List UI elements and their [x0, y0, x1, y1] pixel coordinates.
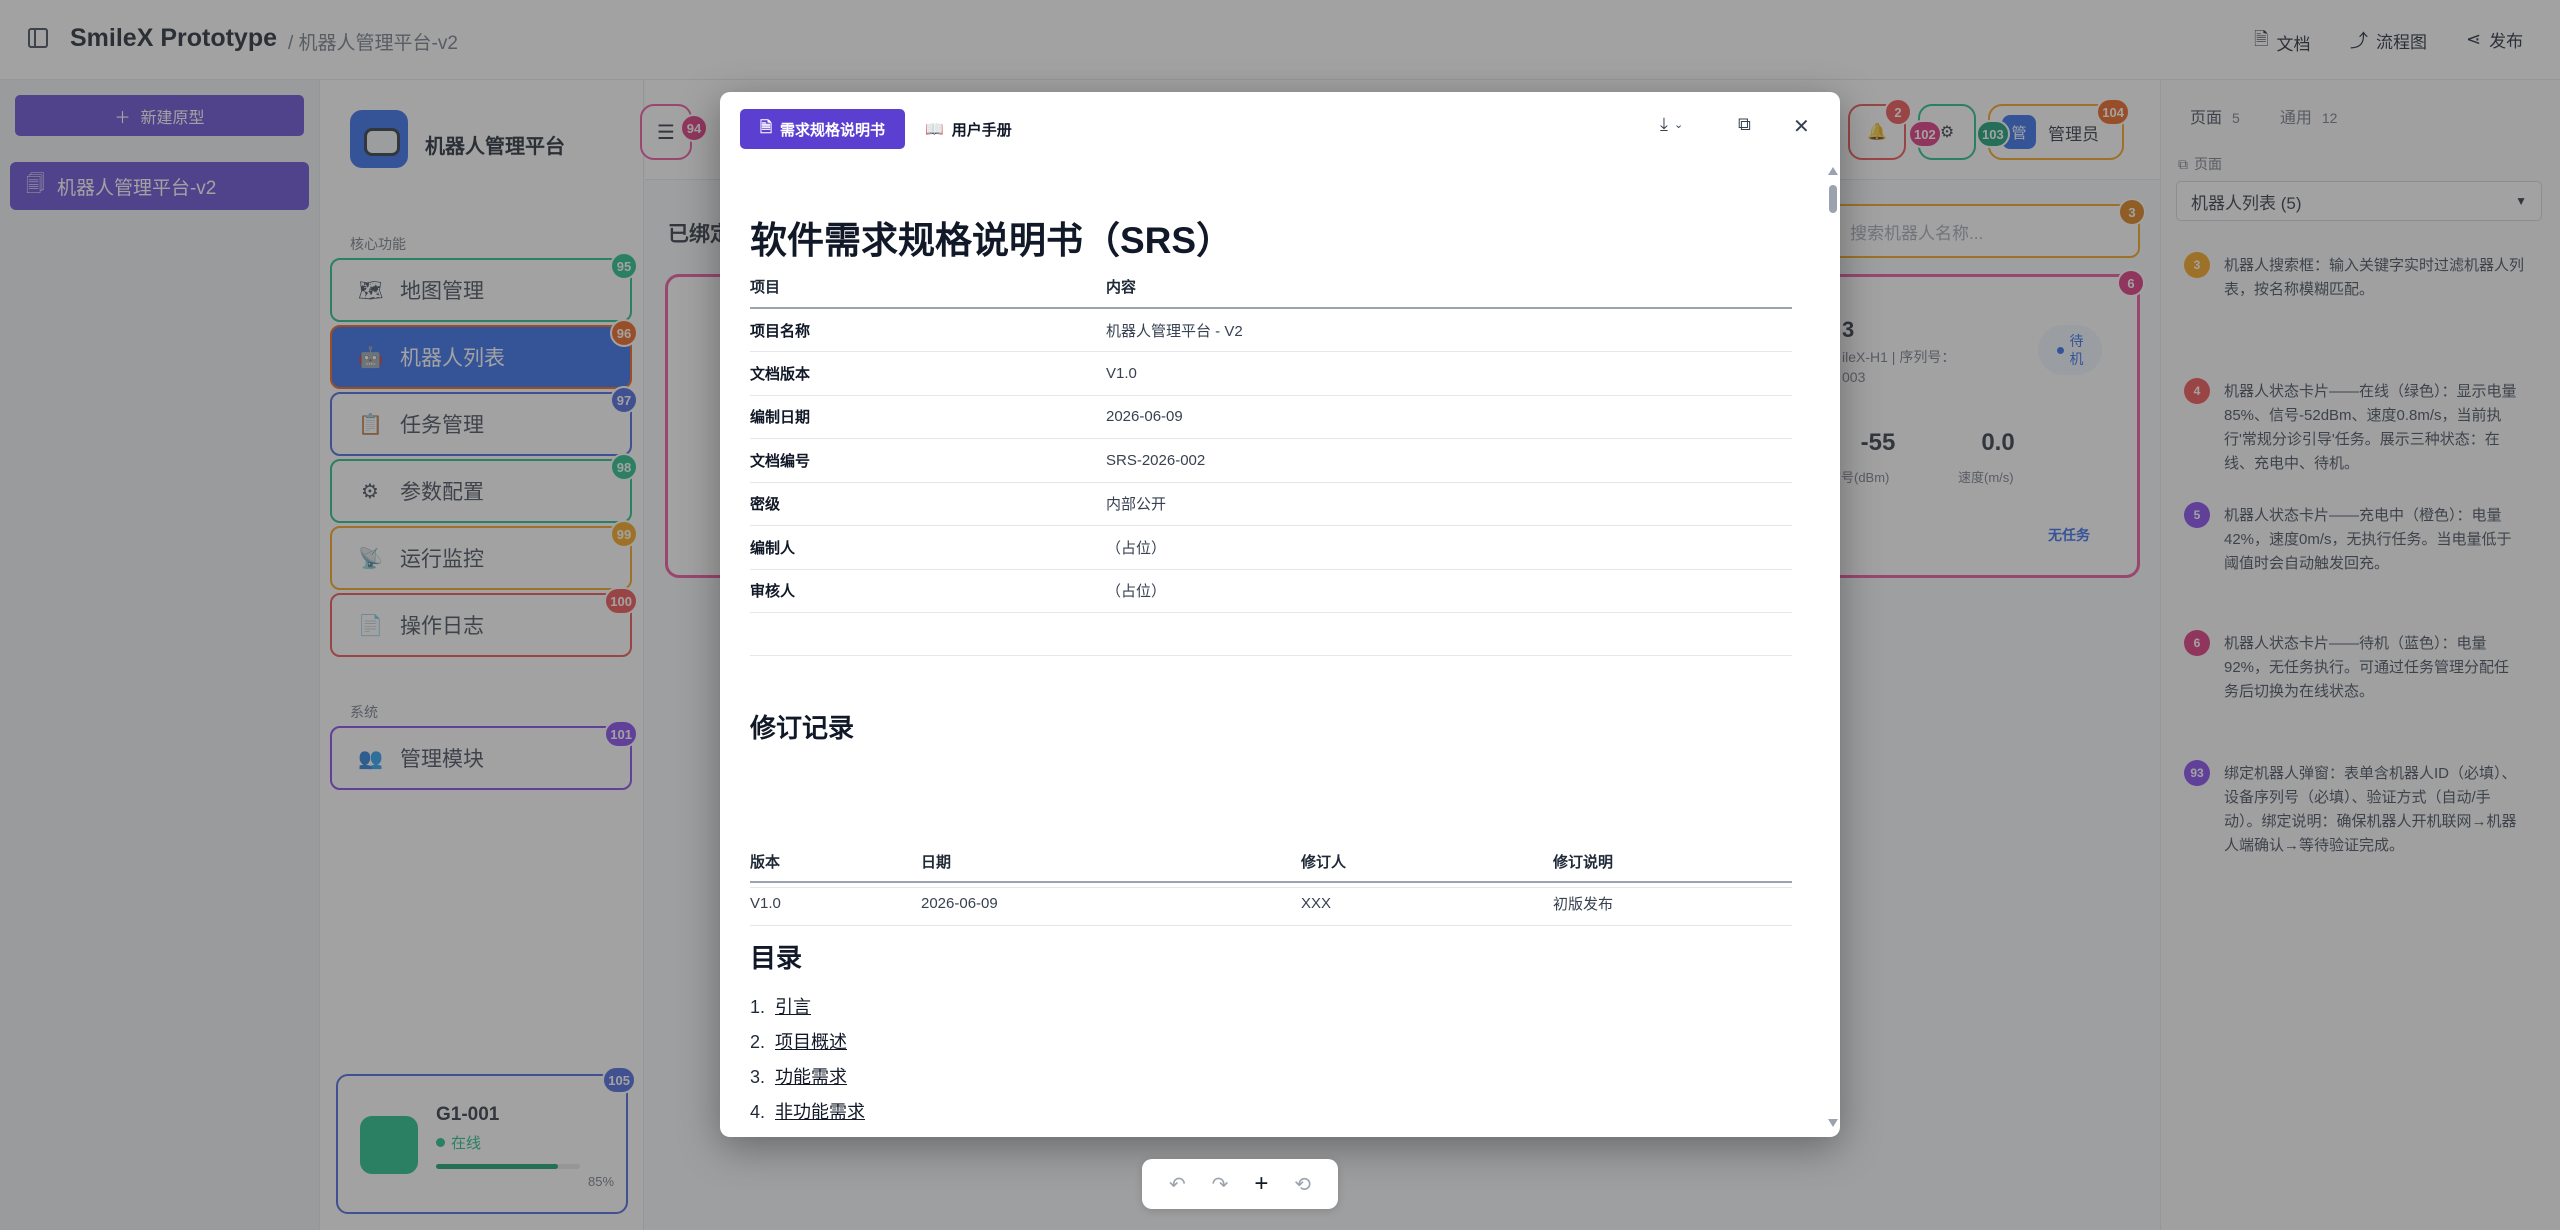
- table-cell-value: V1.0: [1106, 351, 1792, 396]
- redo-icon[interactable]: ↷: [1212, 1172, 1229, 1197]
- table-cell: 2026-06-09: [921, 882, 1301, 926]
- table-row: 审核人 （占位）: [750, 569, 1792, 613]
- table-row: 文档版本 V1.0: [750, 351, 1792, 396]
- add-icon[interactable]: +: [1254, 1170, 1268, 1198]
- modal-tabs: 🗎 需求规格说明书 📖 用户手册 ⤓ ⌄ ⧉ ✕: [720, 92, 1840, 164]
- toc-number: 1.: [750, 997, 766, 1017]
- table-header: 日期: [921, 842, 1301, 883]
- document-title: 软件需求规格说明书（SRS）: [750, 220, 1234, 261]
- book-icon: 📖: [925, 121, 944, 138]
- table-header: 修订人: [1301, 842, 1553, 883]
- tab-manual-label: 用户手册: [951, 121, 1012, 139]
- document-modal: 🗎 需求规格说明书 📖 用户手册 ⤓ ⌄ ⧉ ✕ 软件需求规格说明书（SRS） …: [720, 92, 1840, 1137]
- toc-link[interactable]: 项目概述: [775, 1025, 847, 1060]
- table-header: 项目: [750, 266, 1106, 309]
- table-row: V1.0 2026-06-09 XXX 初版发布: [750, 882, 1792, 926]
- project-info-table: 项目 内容 项目名称 机器人管理平台 - V2 文档版本 V1.0 编制日期 2026-0…: [750, 266, 1792, 613]
- scroll-up-icon[interactable]: [1828, 167, 1838, 175]
- canvas-toolbar: ↶ ↷ + ⟲: [1142, 1159, 1338, 1209]
- table-cell-key: 文档编号: [750, 438, 1106, 483]
- download-button[interactable]: ⤓ ⌄: [1660, 114, 1683, 135]
- toc-item: 3. 功能需求: [750, 1060, 865, 1095]
- table-row: 文档编号 SRS-2026-002: [750, 438, 1792, 483]
- tab-srs[interactable]: 🗎 需求规格说明书: [740, 109, 905, 149]
- table-cell-key: 审核人: [750, 569, 1106, 613]
- scroll-down-icon[interactable]: [1828, 1119, 1838, 1127]
- table-header: 内容: [1106, 266, 1792, 309]
- table-cell-key: 文档版本: [750, 351, 1106, 396]
- table-row: 密级 内部公开: [750, 482, 1792, 526]
- close-icon: ✕: [1793, 116, 1810, 138]
- scroll-thumb[interactable]: [1829, 185, 1837, 213]
- close-button[interactable]: ✕: [1793, 114, 1810, 139]
- tab-user-manual[interactable]: 📖 用户手册: [925, 109, 1012, 149]
- toc-link[interactable]: 非功能需求: [775, 1095, 865, 1130]
- table-cell-key: 编制人: [750, 525, 1106, 570]
- table-row: 编制人 （占位）: [750, 525, 1792, 570]
- copy-icon: ⧉: [1738, 114, 1751, 134]
- table-cell-key: 项目名称: [750, 308, 1106, 352]
- revision-heading: 修订记录: [750, 713, 855, 743]
- history-icon[interactable]: ⟲: [1294, 1172, 1311, 1197]
- table-cell: V1.0: [750, 882, 921, 926]
- document-scrollbar[interactable]: [1826, 167, 1840, 1132]
- table-cell-value: （占位）: [1106, 525, 1792, 570]
- table-cell-value: 机器人管理平台 - V2: [1106, 308, 1792, 352]
- divider: [750, 887, 1792, 888]
- table-cell: 初版发布: [1553, 882, 1792, 926]
- table-cell-key: 密级: [750, 482, 1106, 526]
- toc-number: 4.: [750, 1102, 766, 1122]
- toc-item: 2. 项目概述: [750, 1025, 865, 1060]
- table-cell-value: 2026-06-09: [1106, 395, 1792, 439]
- document-icon: 🗎: [759, 118, 773, 136]
- tab-srs-label: 需求规格说明书: [780, 121, 886, 139]
- toc-link[interactable]: 引言: [775, 990, 811, 1025]
- table-cell-value: SRS-2026-002: [1106, 438, 1792, 483]
- table-header: 版本: [750, 842, 921, 883]
- toc-link[interactable]: 功能需求: [775, 1060, 847, 1095]
- table-header: 修订说明: [1553, 842, 1792, 883]
- copy-button[interactable]: ⧉: [1738, 114, 1751, 135]
- table-cell: XXX: [1301, 882, 1553, 926]
- download-icon: ⤓: [1660, 114, 1668, 134]
- toc-number: 2.: [750, 1032, 766, 1052]
- revision-table: 版本 日期 修订人 修订说明 V1.0 2026-06-09 XXX 初版发布: [750, 842, 1792, 926]
- table-of-contents: 1. 引言 2. 项目概述 3. 功能需求 4. 非功能需求: [750, 990, 865, 1130]
- table-row: 项目名称 机器人管理平台 - V2: [750, 308, 1792, 352]
- table-cell-value: （占位）: [1106, 569, 1792, 613]
- toc-item: 1. 引言: [750, 990, 865, 1025]
- toc-heading: 目录: [750, 943, 803, 973]
- chevron-down-icon: ⌄: [1673, 119, 1684, 131]
- undo-icon[interactable]: ↶: [1169, 1172, 1186, 1197]
- toc-item: 4. 非功能需求: [750, 1095, 865, 1130]
- table-row: 编制日期 2026-06-09: [750, 395, 1792, 439]
- table-cell-key: 编制日期: [750, 395, 1106, 439]
- divider: [750, 655, 1792, 656]
- toc-number: 3.: [750, 1067, 766, 1087]
- table-cell-value: 内部公开: [1106, 482, 1792, 526]
